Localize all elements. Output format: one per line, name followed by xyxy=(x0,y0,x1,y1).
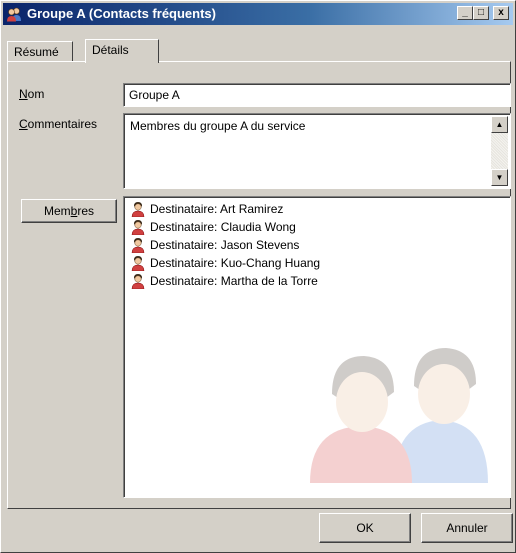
ok-button[interactable]: OK xyxy=(319,513,411,543)
list-item[interactable]: Destinataire: Jason Stevens xyxy=(128,236,506,254)
cancel-button[interactable]: Annuler xyxy=(421,513,513,543)
contact-icon xyxy=(131,202,145,217)
tab-details[interactable]: Détails xyxy=(85,39,159,63)
members-list[interactable]: Destinataire: Art Ramirez Destinataire: … xyxy=(123,196,511,498)
commentaires-label: Commentaires xyxy=(19,117,98,131)
list-item[interactable]: Destinataire: Martha de la Torre xyxy=(128,272,506,290)
membres-button[interactable]: Membres xyxy=(21,199,117,223)
contact-icon xyxy=(131,256,145,271)
close-button[interactable]: x xyxy=(493,6,509,20)
tab-resume[interactable]: Résumé xyxy=(7,41,73,61)
list-item[interactable]: Destinataire: Claudia Wong xyxy=(128,218,506,236)
maximize-button[interactable]: □ xyxy=(473,6,489,20)
title-bar[interactable]: Groupe A (Contacts fréquents) _ □ x xyxy=(3,3,513,25)
commentaires-text: Membres du groupe A du service xyxy=(130,119,306,133)
group-icon xyxy=(7,7,21,22)
dialog-window: Groupe A (Contacts fréquents) _ □ x Résu… xyxy=(0,0,516,553)
list-item[interactable]: Destinataire: Kuo-Chang Huang xyxy=(128,254,506,272)
nom-label: Nom xyxy=(19,87,45,101)
scroll-up-icon[interactable]: ▲ xyxy=(491,116,508,133)
list-item[interactable]: Destinataire: Art Ramirez xyxy=(128,200,506,218)
nom-input[interactable]: Groupe A xyxy=(123,83,511,107)
commentaires-textarea[interactable]: Membres du groupe A du service ▲ ▼ xyxy=(123,113,511,189)
window-title: Groupe A (Contacts fréquents) xyxy=(27,6,216,21)
contact-icon xyxy=(131,220,145,235)
group-watermark-icon xyxy=(310,348,488,483)
scroll-down-icon[interactable]: ▼ xyxy=(491,169,508,186)
minimize-button[interactable]: _ xyxy=(457,6,473,20)
contact-icon xyxy=(131,274,145,289)
commentaires-scrollbar[interactable]: ▲ ▼ xyxy=(491,116,508,186)
contact-icon xyxy=(131,238,145,253)
